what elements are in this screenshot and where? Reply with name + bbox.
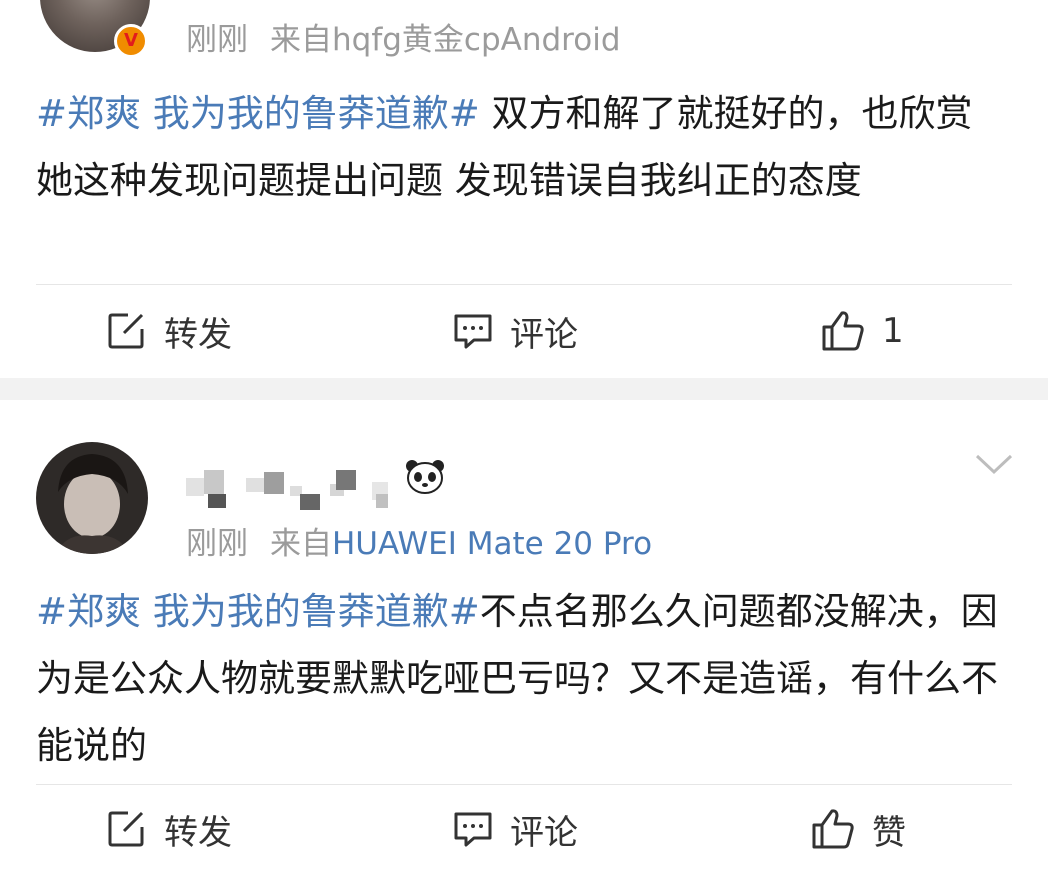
thumbs-up-icon bbox=[822, 311, 864, 351]
comment-bubble-icon bbox=[454, 314, 492, 349]
post-meta: 刚刚 来自hqfg黄金cpAndroid bbox=[186, 14, 621, 59]
edit-square-icon bbox=[108, 313, 144, 349]
repost-button[interactable]: 转发 bbox=[106, 794, 232, 864]
avatar[interactable] bbox=[36, 442, 148, 554]
topic-link[interactable]: #郑爽 我为我的鲁莽道歉# bbox=[36, 590, 480, 633]
like-button[interactable]: 赞 bbox=[810, 794, 906, 864]
source-name[interactable]: HUAWEI Mate 20 Pro bbox=[332, 526, 652, 562]
verified-badge-icon: V bbox=[114, 24, 148, 58]
comment-button[interactable]: 评论 bbox=[452, 794, 578, 864]
topic-link[interactable]: #郑爽 我为我的鲁莽道歉# bbox=[36, 92, 480, 135]
like-count: 1 bbox=[882, 311, 904, 351]
post-time: 刚刚 bbox=[186, 22, 248, 58]
thumbs-up-icon bbox=[812, 809, 854, 849]
comment-button[interactable]: 评论 bbox=[452, 296, 578, 366]
repost-label: 转发 bbox=[164, 314, 232, 355]
action-bar: 转发 评论 赞 bbox=[0, 794, 1048, 864]
like-button[interactable]: 1 bbox=[820, 296, 904, 366]
chevron-down-icon[interactable] bbox=[974, 452, 1014, 476]
source-prefix: 来自 bbox=[270, 22, 332, 58]
feed-separator bbox=[0, 378, 1048, 400]
post-content: #郑爽 我为我的鲁莽道歉# 双方和解了就挺好的，也欣赏她这种发现问题提出问题 发… bbox=[36, 80, 1008, 214]
comment-label: 评论 bbox=[510, 314, 578, 355]
post-time: 刚刚 bbox=[186, 526, 248, 562]
divider bbox=[36, 284, 1012, 285]
feed-post[interactable]: V 刚刚 来自hqfg黄金cpAndroid #郑爽 我为我的鲁莽道歉# 双方和解… bbox=[0, 0, 1048, 378]
post-content: #郑爽 我为我的鲁莽道歉#不点名那么久问题都没解决，因为是公众人物就要默默吃哑巴… bbox=[36, 578, 1008, 779]
divider bbox=[36, 784, 1012, 785]
panda-icon bbox=[406, 460, 444, 494]
post-meta: 刚刚 来自HUAWEI Mate 20 Pro bbox=[186, 518, 652, 563]
edit-square-icon bbox=[108, 811, 144, 847]
repost-button[interactable]: 转发 bbox=[106, 296, 232, 366]
comment-bubble-icon bbox=[454, 812, 492, 847]
repost-label: 转发 bbox=[164, 812, 232, 853]
action-bar: 转发 评论 1 bbox=[0, 296, 1048, 366]
source-prefix: 来自 bbox=[270, 526, 332, 562]
source-name: hqfg黄金cpAndroid bbox=[332, 22, 621, 58]
comment-label: 评论 bbox=[510, 812, 578, 853]
like-label: 赞 bbox=[872, 812, 906, 853]
